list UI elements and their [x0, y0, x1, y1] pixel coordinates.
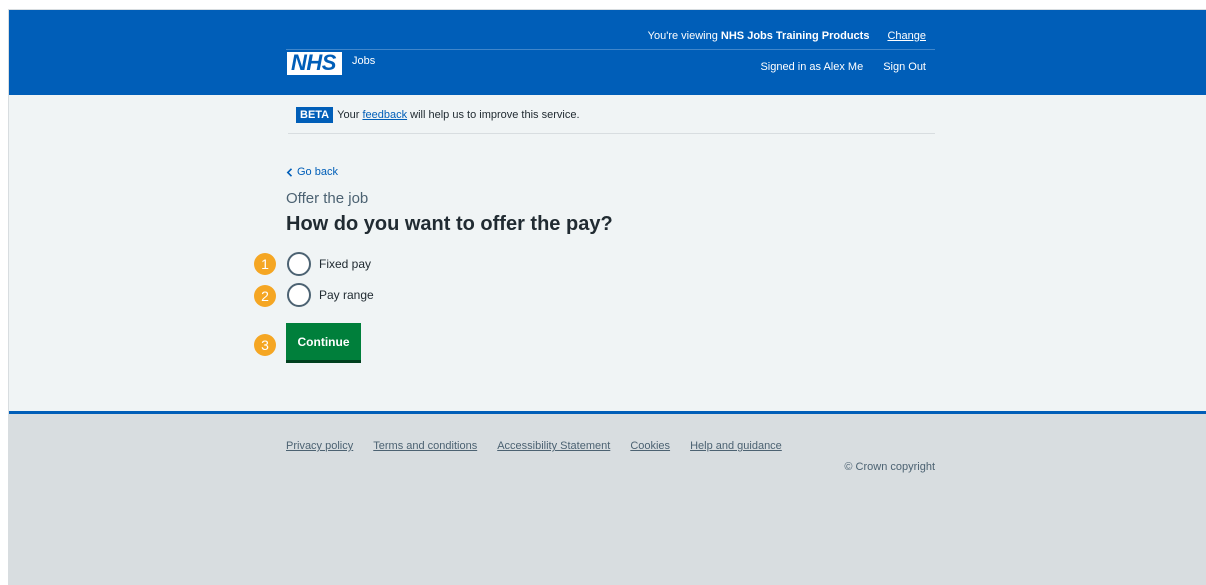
- nhs-jobs-logo[interactable]: NHS Jobs: [287, 52, 375, 75]
- header-divider: [286, 49, 935, 50]
- footer-link-help[interactable]: Help and guidance: [690, 440, 782, 452]
- footer-link-cookies[interactable]: Cookies: [630, 440, 670, 452]
- service-name: Jobs: [351, 54, 376, 67]
- radio-option-pay-range[interactable]: Pay range: [287, 283, 374, 307]
- phase-text-before: Your: [337, 109, 360, 121]
- site-header: You're viewing NHS Jobs Training Product…: [9, 10, 1206, 95]
- step-marker-1: 1: [254, 253, 276, 275]
- phase-text-after: will help us to improve this service.: [410, 109, 580, 121]
- main-content: BETA Your feedback will help us to impro…: [9, 95, 1206, 411]
- feedback-link[interactable]: feedback: [362, 109, 407, 121]
- chevron-left-icon: [286, 167, 293, 177]
- go-back-link[interactable]: Go back: [286, 166, 338, 178]
- footer-link-privacy[interactable]: Privacy policy: [286, 440, 353, 452]
- change-organisation-link[interactable]: Change: [887, 30, 926, 42]
- page-caption: Offer the job: [286, 190, 369, 207]
- signed-in-text: Signed in as Alex Me: [760, 61, 864, 73]
- nhs-logo-icon: NHS: [287, 52, 342, 75]
- step-marker-2: 2: [254, 285, 276, 307]
- radio-option-fixed-pay[interactable]: Fixed pay: [287, 252, 371, 276]
- radio-label: Fixed pay: [319, 257, 372, 271]
- copyright-text: © Crown copyright: [844, 461, 935, 473]
- footer-link-terms[interactable]: Terms and conditions: [373, 440, 477, 452]
- viewing-org-name: NHS Jobs Training Products: [720, 30, 870, 42]
- beta-tag: BETA: [296, 107, 334, 123]
- phase-banner-divider: [288, 133, 935, 134]
- account-nav: Signed in as Alex Me Sign Out: [760, 61, 926, 73]
- radio-button[interactable]: [287, 252, 311, 276]
- footer-links: Privacy policy Terms and conditions Acce…: [286, 440, 782, 452]
- sign-out-link[interactable]: Sign Out: [883, 61, 926, 73]
- radio-button[interactable]: [287, 283, 311, 307]
- footer-link-accessibility[interactable]: Accessibility Statement: [497, 440, 610, 452]
- page-title: How do you want to offer the pay?: [286, 213, 613, 235]
- viewing-organisation-text: You're viewing NHS Jobs Training Product…: [648, 30, 870, 42]
- viewing-prefix: You're viewing: [647, 30, 721, 42]
- site-footer: Privacy policy Terms and conditions Acce…: [9, 411, 1206, 585]
- go-back-label: Go back: [297, 166, 338, 178]
- phase-banner: BETA Your feedback will help us to impro…: [296, 107, 580, 123]
- page-frame: You're viewing NHS Jobs Training Product…: [8, 9, 1206, 585]
- organisation-switcher: You're viewing NHS Jobs Training Product…: [648, 30, 926, 42]
- radio-label: Pay range: [319, 288, 374, 302]
- step-marker-3: 3: [254, 334, 276, 356]
- continue-button[interactable]: Continue: [286, 323, 361, 360]
